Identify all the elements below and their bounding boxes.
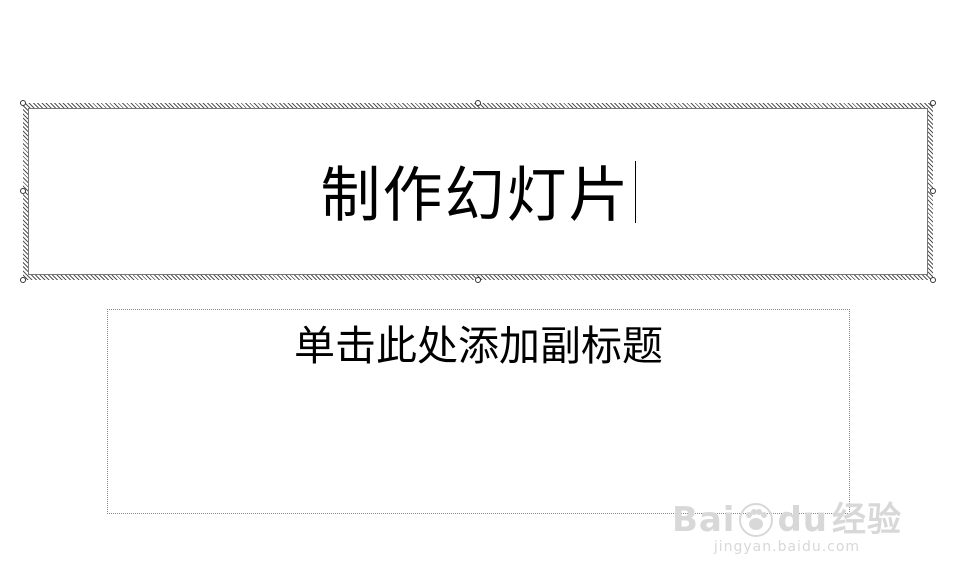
resize-handle-bottom-right[interactable] <box>930 277 936 283</box>
watermark-product: 经验 <box>832 500 902 540</box>
resize-handle-bottom[interactable] <box>475 277 481 283</box>
watermark-brand: Bai <box>671 500 736 540</box>
resize-handle-top-left[interactable] <box>20 100 26 106</box>
watermark-url: jingyan.baidu.com <box>713 539 861 555</box>
resize-handle-top[interactable] <box>475 100 481 106</box>
subtitle-placeholder[interactable]: 单击此处添加副标题 <box>107 309 850 514</box>
text-caret <box>634 160 636 223</box>
resize-handle-right[interactable] <box>930 188 936 194</box>
resize-handle-left[interactable] <box>20 188 26 194</box>
slide-title[interactable]: 制作幻灯片 <box>321 166 631 226</box>
baidu-jingyan-watermark: Bai du 经验 jingyan.baidu.com <box>672 503 902 555</box>
resize-handle-top-right[interactable] <box>930 100 936 106</box>
watermark-logo: Bai du 经验 <box>672 503 902 537</box>
resize-handle-bottom-left[interactable] <box>20 277 26 283</box>
slide-canvas: 制作幻灯片 单击此处添加副标题 Bai du 经验 jingyan.baidu.… <box>0 0 954 573</box>
paw-icon <box>739 503 774 537</box>
title-text-area[interactable]: 制作幻灯片 <box>28 108 928 275</box>
watermark-brand-suffix: du <box>777 500 828 540</box>
title-placeholder[interactable]: 制作幻灯片 <box>20 100 936 283</box>
subtitle-placeholder-text[interactable]: 单击此处添加副标题 <box>108 326 849 367</box>
